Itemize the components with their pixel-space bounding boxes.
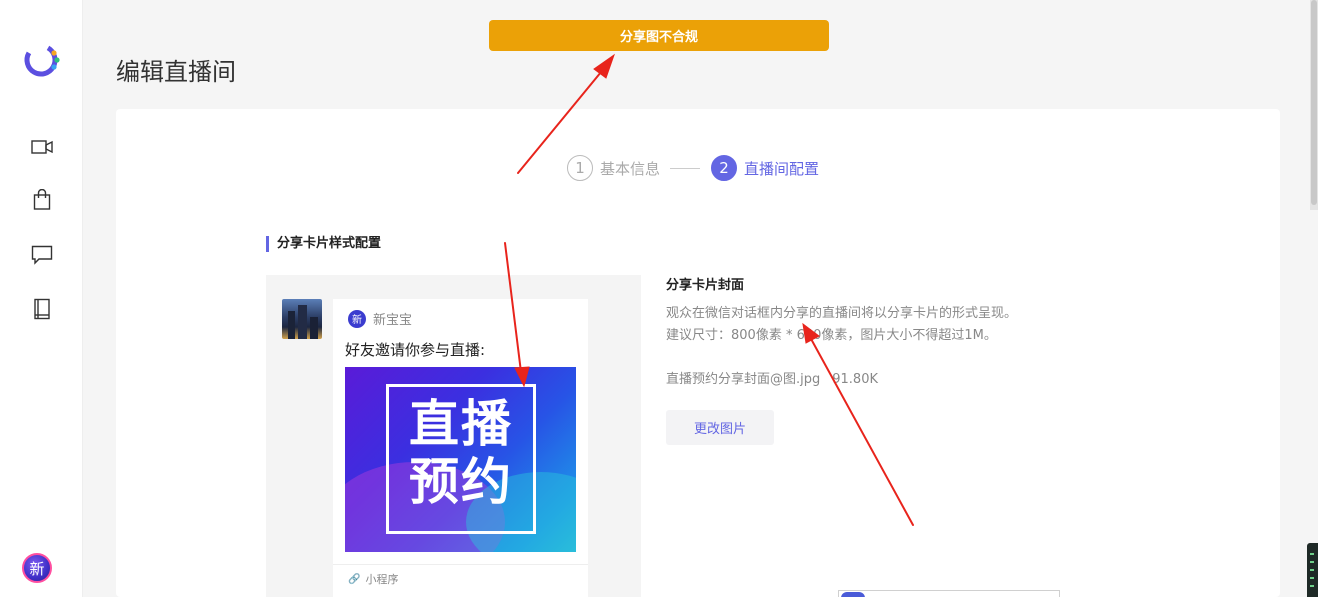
link-icon: 🔗 — [348, 573, 361, 585]
section-title: 分享卡片样式配置 — [266, 236, 381, 252]
change-image-button[interactable]: 更改图片 — [666, 410, 774, 445]
preview-message-card: 新 新宝宝 好友邀请你参与直播: 直播 预约 🔗 小程序 — [333, 299, 588, 597]
mini-program-label: 小程序 — [365, 573, 399, 586]
user-avatar[interactable]: 新 — [22, 553, 52, 583]
sender-badge: 新 — [348, 309, 366, 328]
preview-footer: 🔗 小程序 — [333, 564, 588, 593]
desc-line-1: 观众在微信对话框内分享的直播间将以分享卡片的形式呈现。 — [666, 306, 1018, 321]
desc-line-2: 建议尺寸：800像素 * 640像素，图片大小不得超过1M。 — [666, 328, 997, 343]
arrow-head-toast — [593, 53, 615, 79]
page-title: 编辑直播间 — [116, 58, 236, 86]
video-camera-icon[interactable] — [30, 135, 54, 159]
share-cover-description: 观众在微信对话框内分享的直播间将以分享卡片的形式呈现。 建议尺寸：800像素 *… — [666, 303, 1017, 347]
corner-widget — [1307, 543, 1318, 597]
cover-title: 直播 预约 — [386, 395, 536, 511]
stepper: 1 基本信息 2 直播间配置 — [567, 154, 819, 182]
cover-image: 直播 预约 — [345, 367, 576, 552]
app-logo[interactable] — [21, 40, 61, 80]
file-name: 直播预约分享封面@图.jpg — [666, 372, 821, 387]
step-1-label[interactable]: 基本信息 — [600, 158, 660, 179]
step-2-label[interactable]: 直播间配置 — [744, 158, 819, 179]
step-2-number[interactable]: 2 — [711, 155, 738, 181]
preview-message-text: 好友邀请你参与直播: — [345, 341, 486, 359]
book-icon[interactable] — [30, 297, 54, 321]
bottom-floating-tab[interactable] — [838, 590, 1060, 597]
sidebar: 新 — [0, 0, 83, 597]
preview-sender: 新 新宝宝 — [348, 309, 412, 328]
step-connector — [670, 167, 701, 169]
share-cover-title: 分享卡片封面 — [666, 278, 745, 293]
scrollbar-thumb[interactable] — [1311, 0, 1317, 205]
cover-line-2: 预约 — [409, 453, 513, 511]
error-toast: 分享图不合规 — [489, 20, 829, 51]
shopping-bag-icon[interactable] — [30, 188, 54, 212]
sender-name: 新宝宝 — [373, 313, 413, 328]
file-info: 直播预约分享封面@图.jpg 91.80K — [666, 368, 878, 387]
file-size: 91.80K — [832, 372, 878, 387]
preview-avatar — [282, 299, 322, 339]
step-1-number[interactable]: 1 — [567, 155, 593, 181]
chat-bubble-icon[interactable] — [30, 243, 54, 267]
cover-line-1: 直播 — [409, 395, 513, 453]
